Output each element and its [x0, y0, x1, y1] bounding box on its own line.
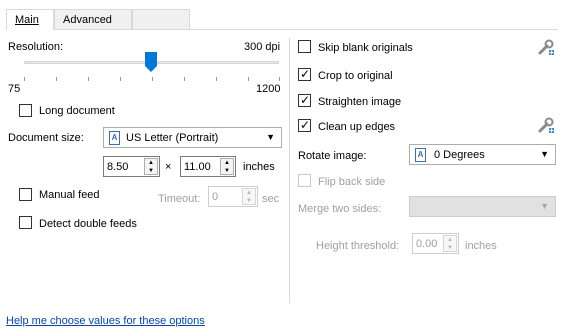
manual-feed-checkbox[interactable] [19, 188, 32, 201]
height-threshold-label: Height threshold: [316, 240, 400, 252]
skip-blank-label: Skip blank originals [318, 42, 413, 54]
slider-tick [120, 77, 121, 81]
main-panel [6, 29, 558, 329]
rotate-image-label: Rotate image: [298, 150, 367, 162]
crop-to-original-label: Crop to original [318, 70, 393, 82]
timeout-stepper[interactable]: 0 ▲ ▼ [208, 186, 258, 207]
flip-back-side-label: Flip back side [318, 176, 386, 188]
manual-feed-label: Manual feed [39, 189, 100, 201]
clean-up-edges-checkbox[interactable]: ✓ [298, 118, 311, 132]
slider-tick [56, 77, 57, 81]
crop-to-original-checkbox[interactable]: ✓ [298, 67, 311, 81]
chevron-down-icon: ▼ [540, 201, 549, 211]
slider-max-label: 1200 [256, 83, 281, 95]
height-threshold-unit: inches [465, 240, 497, 252]
height-stepper[interactable]: 11.00 ▲ ▼ [180, 156, 236, 177]
slider-min-label: 75 [8, 83, 21, 95]
checkmark-icon: ✓ [300, 67, 311, 81]
checkmark-icon: ✓ [300, 93, 311, 107]
page-icon: A [415, 148, 426, 162]
long-document-checkbox[interactable] [19, 104, 32, 117]
detect-double-feeds-checkbox[interactable] [19, 216, 32, 229]
flip-back-side-checkbox[interactable] [298, 174, 311, 187]
timeout-unit: sec [262, 193, 280, 205]
height-threshold-spin-buttons[interactable]: ▲ ▼ [443, 235, 457, 252]
rotate-image-value: 0 Degrees [434, 149, 485, 161]
height-value: 11.00 [184, 161, 211, 173]
help-link[interactable]: Help me choose values for these options [6, 314, 205, 328]
straighten-image-label: Straighten image [318, 96, 402, 108]
width-spin-buttons[interactable]: ▲ ▼ [144, 158, 158, 175]
straighten-image-checkbox[interactable]: ✓ [298, 93, 311, 107]
resolution-value: 300 dpi [244, 41, 281, 53]
times-sign: × [165, 161, 172, 173]
document-size-label: Document size: [8, 132, 84, 144]
detect-double-feeds-label: Detect double feeds [39, 218, 137, 230]
resolution-label: Resolution: [8, 41, 64, 53]
slider-tick [88, 77, 89, 81]
slider-tick [279, 77, 280, 81]
rotate-image-dropdown[interactable]: A 0 Degrees ▼ [409, 144, 556, 165]
width-value: 8.50 [107, 161, 129, 173]
height-spin-buttons[interactable]: ▲ ▼ [220, 158, 234, 175]
timeout-spin-buttons[interactable]: ▲ ▼ [242, 188, 256, 205]
slider-tick [152, 77, 153, 81]
slider-tick [248, 77, 249, 81]
width-stepper[interactable]: 8.50 ▲ ▼ [103, 156, 160, 177]
chevron-down-icon: ▼ [266, 132, 275, 142]
slider-tick [24, 77, 25, 81]
timeout-value: 0 [212, 191, 219, 203]
merge-two-sides-label: Merge two sides: [298, 203, 382, 215]
merge-two-sides-dropdown[interactable]: ▼ [409, 196, 556, 217]
size-units-label: inches [243, 161, 275, 173]
tab-advanced-label: Advanced [63, 14, 112, 26]
page-icon: A [109, 131, 120, 145]
height-threshold-stepper[interactable]: 0.00 ▲ ▼ [412, 233, 459, 254]
document-size-dropdown[interactable]: A US Letter (Portrait) ▼ [103, 127, 282, 148]
column-divider [289, 38, 290, 303]
timeout-label: Timeout: [158, 193, 201, 205]
wrench-settings-icon[interactable] [537, 38, 555, 56]
skip-blank-checkbox[interactable] [298, 40, 311, 53]
slider-tick [184, 77, 185, 81]
tab-strip-filler [132, 9, 190, 29]
long-document-label: Long document [39, 105, 115, 117]
chevron-down-icon: ▼ [540, 149, 549, 159]
wrench-settings-icon[interactable] [537, 116, 555, 134]
tab-main[interactable]: Main [6, 9, 54, 30]
tab-advanced[interactable]: Advanced [54, 9, 132, 29]
tab-main-label: Main [15, 14, 39, 26]
document-size-value: US Letter (Portrait) [126, 132, 219, 144]
height-threshold-value: 0.00 [416, 238, 438, 250]
slider-tick [216, 77, 217, 81]
clean-up-edges-label: Clean up edges [318, 121, 396, 133]
checkmark-icon: ✓ [300, 118, 311, 132]
